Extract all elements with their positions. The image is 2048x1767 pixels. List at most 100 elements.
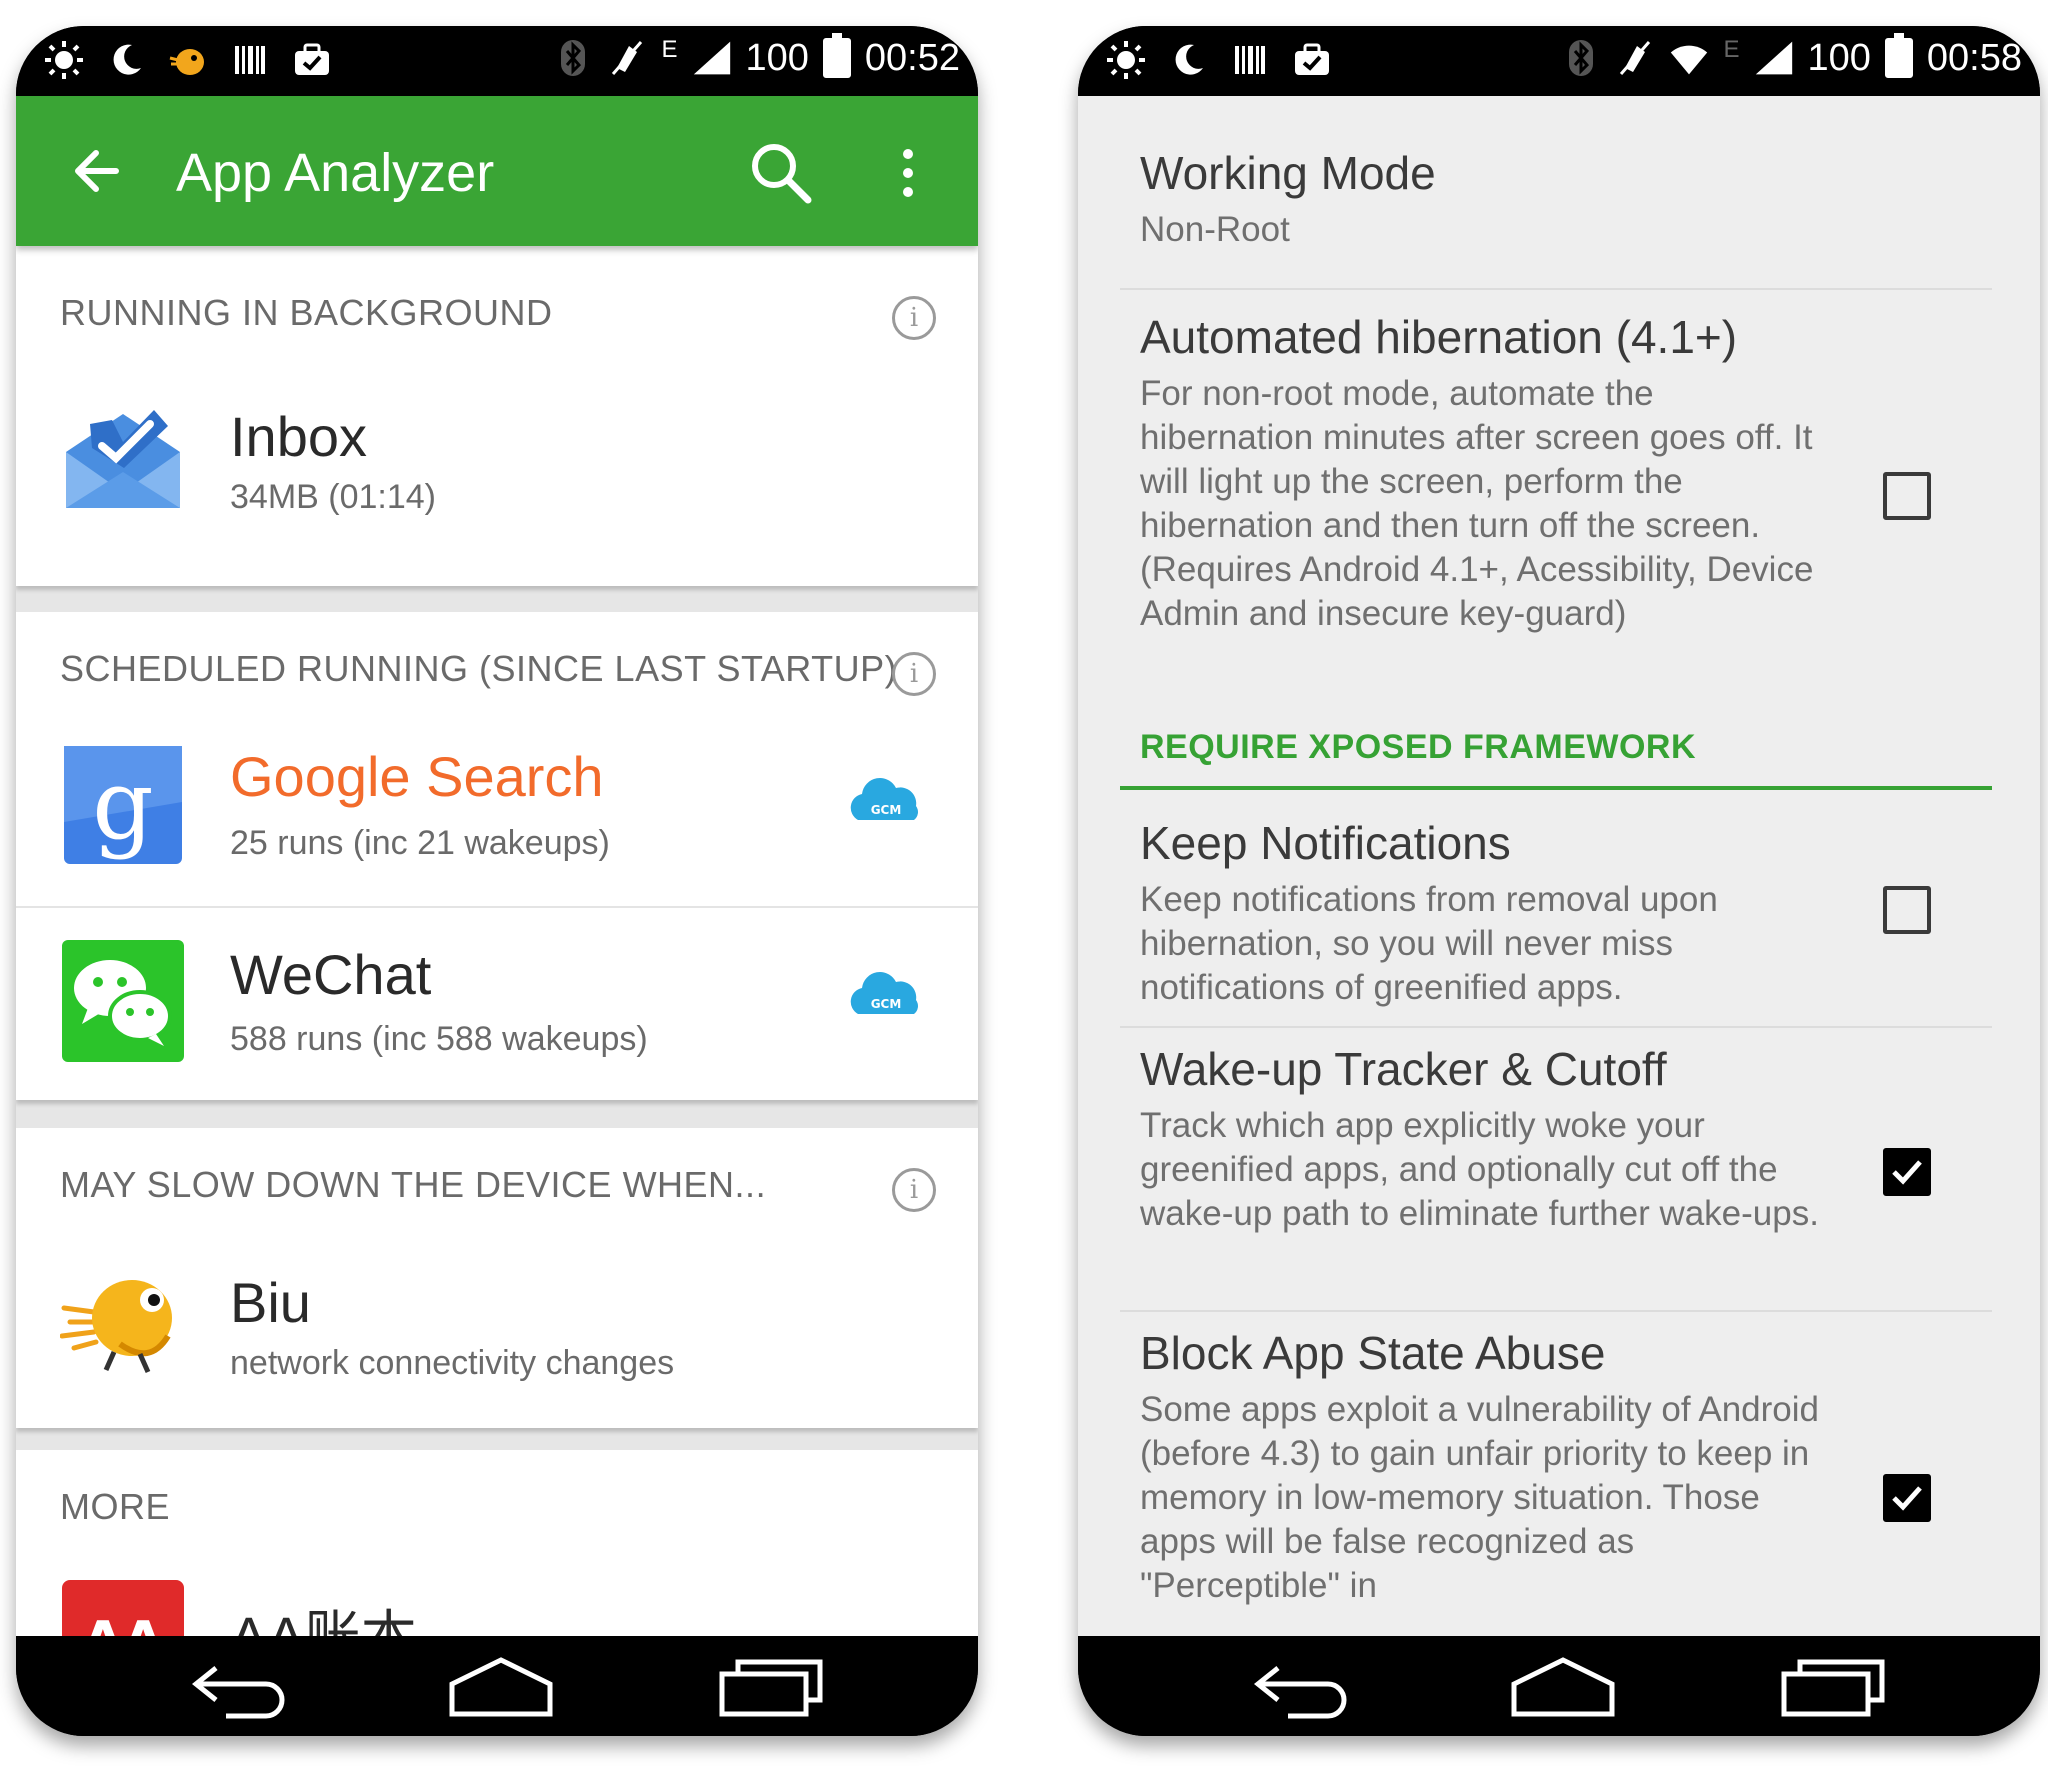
vibrate-muted-icon xyxy=(607,36,647,80)
back-nav-icon[interactable] xyxy=(1248,1654,1358,1720)
block-app-state-abuse-checkbox[interactable] xyxy=(1883,1474,1931,1522)
status-bar: E 100 00:52 xyxy=(16,26,978,96)
battery-percent: 100 xyxy=(1807,37,1871,79)
category-header: REQUIRE XPOSED FRAMEWORK xyxy=(1140,728,1697,766)
wechat-icon xyxy=(60,938,186,1064)
phone-screen-app-analyzer: E 100 00:52 App Analyzer RUNNING IN BACK… xyxy=(16,26,978,1736)
section-may-slow-down: MAY SLOW DOWN THE DEVICE WHEN... i Biu n… xyxy=(16,1128,978,1428)
pref-summary: Track which app explicitly woke your gre… xyxy=(1140,1106,1819,1233)
battery-icon xyxy=(1884,33,1913,78)
moon-icon xyxy=(1168,38,1208,82)
list-item-biu[interactable]: Biu network connectivity changes xyxy=(16,1232,978,1422)
pref-working-mode[interactable]: Working Mode Non-Root xyxy=(1140,144,1980,252)
svg-text:GCM: GCM xyxy=(871,803,902,817)
section-header: RUNNING IN BACKGROUND xyxy=(60,292,553,333)
inbox-icon xyxy=(60,396,186,522)
pref-title: Automated hibernation (4.1+) xyxy=(1140,311,1738,363)
wifi-icon xyxy=(1669,36,1709,80)
settings-list[interactable]: Working Mode Non-Root Automated hibernat… xyxy=(1078,96,2040,1636)
pref-title: Working Mode xyxy=(1140,147,1436,199)
svg-text:AA: AA xyxy=(83,1611,164,1636)
battery-icon xyxy=(822,33,851,78)
svg-text:GCM: GCM xyxy=(871,997,902,1011)
pref-title: Wake-up Tracker & Cutoff xyxy=(1140,1043,1667,1095)
app-analyzer-list[interactable]: RUNNING IN BACKGROUND i Inbox 34MB (01:1… xyxy=(16,246,978,1636)
pref-summary: Non-Root xyxy=(1140,210,1290,249)
section-running-in-background: RUNNING IN BACKGROUND i Inbox 34MB (01:1… xyxy=(16,246,978,586)
pref-wakeup-tracker[interactable]: Wake-up Tracker & Cutoff Track which app… xyxy=(1140,1040,1980,1236)
app-name: Google Search xyxy=(230,745,604,808)
briefcase-check-icon xyxy=(1292,38,1332,82)
app-detail: 34MB (01:14) xyxy=(230,478,436,516)
network-type-label: E xyxy=(661,36,678,63)
back-arrow-icon[interactable] xyxy=(66,136,136,206)
signal-icon xyxy=(1754,36,1794,80)
svg-text:g: g xyxy=(92,749,153,861)
search-icon[interactable] xyxy=(746,138,816,208)
brightness-icon xyxy=(1106,38,1146,82)
app-name: AA账本 xyxy=(230,1592,417,1636)
bluetooth-icon xyxy=(553,36,593,80)
divider xyxy=(1120,1026,1992,1028)
barcode-icon xyxy=(1230,38,1270,82)
gcm-cloud-icon: GCM xyxy=(844,970,928,1020)
navigation-bar xyxy=(16,1636,978,1736)
app-detail: 588 runs (inc 588 wakeups) xyxy=(230,1020,648,1058)
app-title: App Analyzer xyxy=(176,143,495,203)
app-detail: 25 runs (inc 21 wakeups) xyxy=(230,824,610,862)
divider xyxy=(1120,1310,1992,1312)
bluetooth-icon xyxy=(1561,36,1601,80)
home-nav-icon[interactable] xyxy=(446,1654,556,1720)
app-name: WeChat xyxy=(230,943,432,1006)
home-nav-icon[interactable] xyxy=(1508,1654,1618,1720)
info-icon[interactable]: i xyxy=(892,296,936,340)
pref-title: Keep Notifications xyxy=(1140,817,1511,869)
recents-nav-icon[interactable] xyxy=(716,1654,826,1720)
wakeup-tracker-checkbox[interactable] xyxy=(1883,1148,1931,1196)
list-item-inbox[interactable]: Inbox 34MB (01:14) xyxy=(16,366,978,556)
gcm-cloud-icon: GCM xyxy=(844,776,928,826)
bird-notification-icon xyxy=(168,38,208,82)
overflow-menu-icon[interactable] xyxy=(888,138,928,208)
section-scheduled-running: SCHEDULED RUNNING (SINCE LAST STARTUP) i… xyxy=(16,612,978,1100)
keep-notifications-checkbox[interactable] xyxy=(1883,886,1931,934)
google-search-icon: g xyxy=(60,742,186,868)
info-icon[interactable]: i xyxy=(892,652,936,696)
recents-nav-icon[interactable] xyxy=(1778,1654,1888,1720)
info-icon[interactable]: i xyxy=(892,1168,936,1212)
app-detail: network connectivity changes xyxy=(230,1344,675,1382)
app-bar: App Analyzer xyxy=(16,96,978,246)
back-nav-icon[interactable] xyxy=(186,1654,296,1720)
network-type-label: E xyxy=(1723,36,1740,63)
pref-title: Block App State Abuse xyxy=(1140,1327,1606,1379)
app-name: Biu xyxy=(230,1271,311,1334)
aa-ledger-icon: AA xyxy=(60,1578,186,1636)
navigation-bar xyxy=(1078,1636,2040,1736)
app-name: Inbox xyxy=(230,405,367,468)
section-header: SCHEDULED RUNNING (SINCE LAST STARTUP) xyxy=(60,648,898,689)
pref-summary: Some apps exploit a vulnerability of And… xyxy=(1140,1390,1820,1605)
pref-summary: For non-root mode, automate the hibernat… xyxy=(1140,374,1814,633)
automated-hibernation-checkbox[interactable] xyxy=(1883,472,1931,520)
signal-icon xyxy=(692,36,732,80)
status-bar: E 100 00:58 xyxy=(1078,26,2040,96)
phone-screen-settings: E 100 00:58 Working Mode Non-Root Automa… xyxy=(1078,26,2040,1736)
moon-icon xyxy=(106,38,146,82)
clock: 00:52 xyxy=(864,37,960,79)
list-item-google-search[interactable]: g Google Search 25 runs (inc 21 wakeups)… xyxy=(16,714,978,904)
pref-keep-notifications[interactable]: Keep Notifications Keep notifications fr… xyxy=(1140,814,1980,1010)
vibrate-muted-icon xyxy=(1615,36,1655,80)
section-more: MORE AA AA账本 xyxy=(16,1450,978,1636)
pref-block-app-state-abuse[interactable]: Block App State Abuse Some apps exploit … xyxy=(1140,1324,1980,1608)
category-underline xyxy=(1120,786,1992,790)
section-header: MORE xyxy=(60,1486,170,1527)
divider xyxy=(1120,288,1992,290)
list-item-aa-ledger[interactable]: AA AA账本 xyxy=(16,1554,978,1636)
pref-automated-hibernation[interactable]: Automated hibernation (4.1+) For non-roo… xyxy=(1140,308,1980,636)
pref-summary: Keep notifications from removal upon hib… xyxy=(1140,880,1718,1007)
biu-bird-icon xyxy=(59,1256,186,1382)
list-item-wechat[interactable]: WeChat 588 runs (inc 588 wakeups) GCM xyxy=(16,908,978,1098)
briefcase-check-icon xyxy=(292,38,332,82)
battery-percent: 100 xyxy=(745,37,809,79)
brightness-icon xyxy=(44,38,84,82)
